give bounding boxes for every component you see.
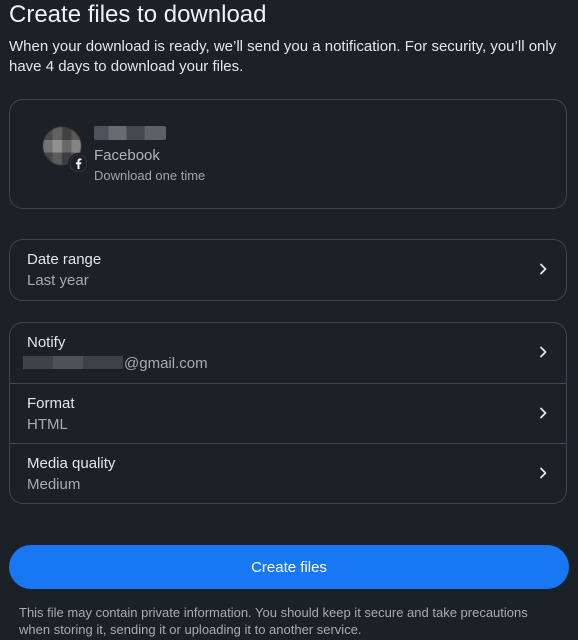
privacy-disclaimer: This file may contain private informatio… bbox=[19, 605, 528, 637]
media-quality-label: Media quality bbox=[27, 455, 116, 472]
date-range-card: Date range Last year bbox=[9, 239, 567, 301]
date-range-row[interactable]: Date range Last year bbox=[10, 240, 566, 300]
facebook-icon bbox=[68, 153, 89, 174]
date-range-label: Date range bbox=[27, 251, 102, 268]
chevron-right-icon bbox=[540, 346, 547, 358]
redacted-account-name bbox=[94, 126, 166, 140]
format-value: HTML bbox=[27, 416, 68, 433]
notify-label: Notify bbox=[27, 334, 66, 351]
notify-email-domain: @gmail.com bbox=[124, 355, 208, 372]
notify-row[interactable]: Notify @gmail.com bbox=[10, 323, 566, 383]
export-options-card: Notify @gmail.com Format HTML Media qual… bbox=[9, 322, 567, 504]
account-card: Facebook Download one time bbox=[9, 99, 567, 209]
page-subtitle: When your download is ready, we’ll send … bbox=[9, 38, 557, 75]
redacted-email-user bbox=[23, 356, 123, 369]
format-label: Format bbox=[27, 395, 75, 412]
chevron-right-icon bbox=[540, 467, 547, 479]
chevron-right-icon bbox=[540, 263, 547, 275]
create-files-button[interactable]: Create files bbox=[9, 545, 569, 589]
chevron-right-icon bbox=[540, 407, 547, 419]
date-range-value: Last year bbox=[27, 272, 89, 289]
download-page: Create files to download When your downl… bbox=[0, 0, 578, 640]
account-platform: Facebook bbox=[94, 147, 160, 164]
account-download-note: Download one time bbox=[94, 168, 206, 183]
notify-value: @gmail.com bbox=[23, 355, 208, 372]
format-row[interactable]: Format HTML bbox=[10, 383, 566, 443]
media-quality-row[interactable]: Media quality Medium bbox=[10, 443, 566, 503]
media-quality-value: Medium bbox=[27, 476, 81, 493]
page-title: Create files to download bbox=[9, 1, 267, 28]
